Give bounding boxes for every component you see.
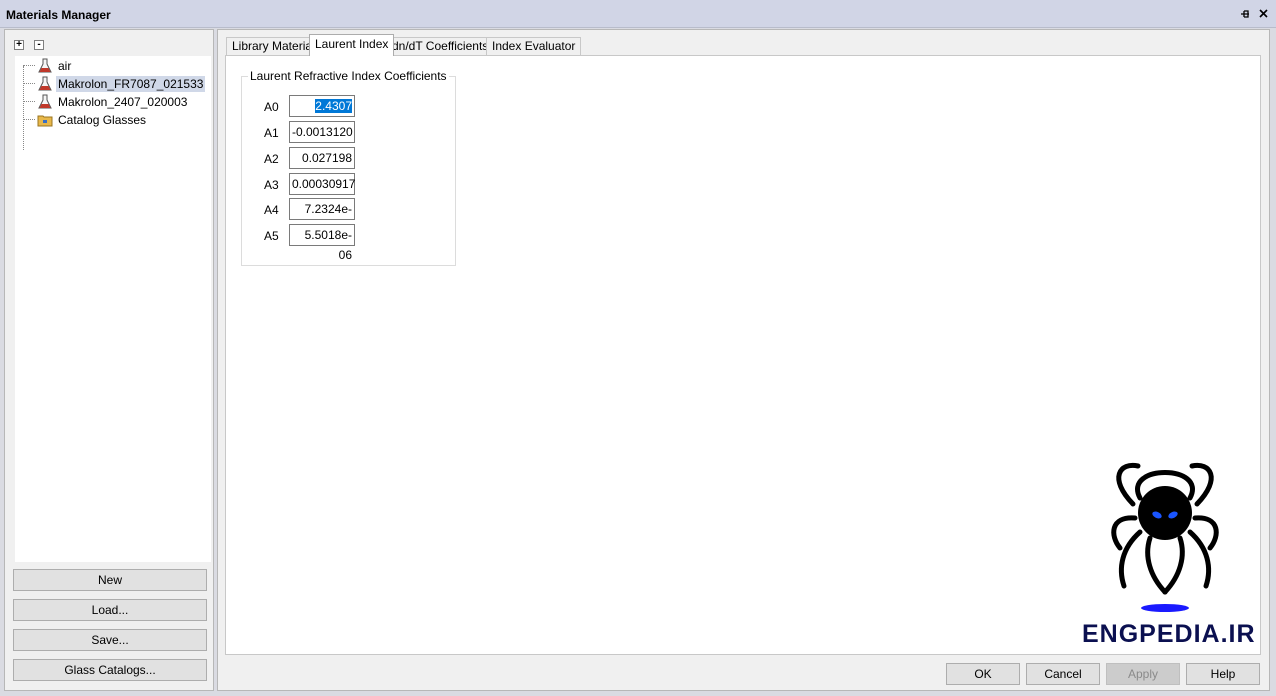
tab-library-material[interactable]: Library Material	[226, 37, 321, 55]
tree-item-label: Makrolon_FR7087_021533	[56, 76, 206, 92]
close-icon[interactable]	[1257, 7, 1270, 20]
flask-icon	[38, 76, 52, 91]
group-title: Laurent Refractive Index Coefficients	[248, 69, 449, 83]
window-title: Materials Manager	[6, 8, 111, 22]
glass-catalogs-button[interactable]: Glass Catalogs...	[13, 659, 207, 681]
expand-all-button[interactable]: +	[14, 40, 24, 50]
ok-button[interactable]: OK	[946, 663, 1020, 685]
tree-item-label: Makrolon_2407_020003	[58, 95, 188, 109]
material-tree[interactable]: air Makrolon_FR7087_021533 Makrolon_2407…	[15, 56, 211, 562]
watermark-text: ENGPEDIA.IR	[1082, 620, 1256, 648]
title-bar: Materials Manager	[0, 0, 1276, 28]
cancel-button[interactable]: Cancel	[1026, 663, 1100, 685]
coef-input-a5[interactable]: 5.5018e-06	[289, 224, 355, 262]
tree-connector	[23, 66, 24, 150]
collapse-all-button[interactable]: -	[34, 40, 44, 50]
tab-index-evaluator[interactable]: Index Evaluator	[486, 37, 582, 55]
materials-panel: + - air Makrolon_FR7087_021533 Makrolon_…	[4, 29, 214, 691]
help-button[interactable]: Help	[1186, 663, 1260, 685]
flask-icon	[38, 58, 52, 73]
coef-label-a4: A4	[264, 203, 279, 217]
laurent-coefficients-group: Laurent Refractive Index Coefficients A0…	[241, 69, 456, 266]
tab-dndt-coefficients[interactable]: dn/dT Coefficients	[386, 37, 495, 55]
new-button[interactable]: New	[13, 569, 207, 591]
coef-value: 5.5018e-06	[304, 228, 352, 262]
apply-button: Apply	[1106, 663, 1180, 685]
coef-input-a0[interactable]: 2.4307	[289, 95, 355, 117]
coef-value: 0.00030917	[292, 177, 356, 191]
flask-icon	[38, 94, 52, 109]
pin-icon[interactable]	[1240, 8, 1252, 20]
tree-item-label: air	[58, 59, 72, 73]
coef-value: 2.4307	[315, 99, 352, 113]
coef-input-a1[interactable]: -0.0013120	[289, 121, 355, 143]
load-button[interactable]: Load...	[13, 599, 207, 621]
coef-label-a2: A2	[264, 152, 279, 166]
coef-label-a3: A3	[264, 178, 279, 192]
coef-value: 0.027198	[301, 151, 352, 165]
tab-laurent-index[interactable]: Laurent Index	[309, 34, 395, 56]
coef-label-a5: A5	[264, 229, 279, 243]
coef-label-a1: A1	[264, 126, 279, 140]
coef-label-a0: A0	[264, 100, 279, 114]
coef-value: -0.0013120	[292, 125, 353, 139]
coef-input-a2[interactable]: 0.027198	[289, 147, 355, 169]
folder-icon	[37, 115, 53, 127]
save-button[interactable]: Save...	[13, 629, 207, 651]
coef-input-a3[interactable]: 0.00030917	[289, 173, 355, 195]
tree-item-label: Catalog Glasses	[58, 113, 147, 127]
coef-input-a4[interactable]: 7.2324e-05	[289, 198, 355, 236]
